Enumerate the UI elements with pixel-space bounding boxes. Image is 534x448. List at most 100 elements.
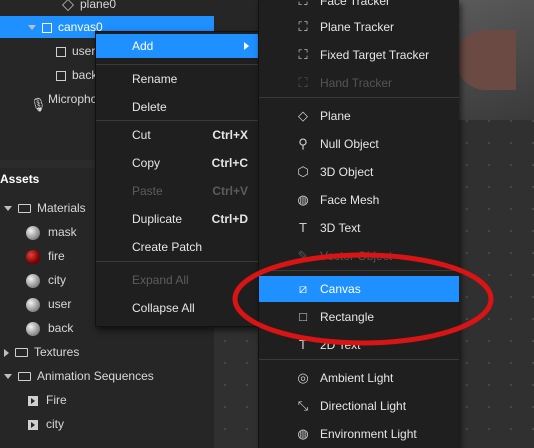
material-icon <box>26 321 40 336</box>
menu-label: Delete <box>132 100 167 114</box>
submenu-label: Plane <box>320 109 351 123</box>
submenu-label: Rectangle <box>320 310 375 324</box>
submenu-label: Environment Light <box>320 427 417 441</box>
add-submenu: ⛶ Face Tracker ⛶ Plane Tracker ⛶ Fixed Targ… <box>258 0 459 448</box>
submenu-label: 3D Object <box>320 165 374 179</box>
vector-icon: ✎ <box>297 248 309 263</box>
plane-icon: ◇ <box>298 108 308 123</box>
submenu-item-directional-light[interactable]: ⤡ Directional Light <box>259 393 459 419</box>
menu-item-collapse-all[interactable]: Collapse All <box>96 296 259 320</box>
menu-label: Add <box>132 39 154 53</box>
menu-label: Expand All <box>132 273 189 287</box>
sequence-label: city <box>46 417 64 431</box>
material-icon <box>26 249 40 264</box>
submenu-item-3d-object[interactable]: ⬡ 3D Object <box>259 159 459 185</box>
menu-separator <box>96 64 259 65</box>
submenu-item-face-tracker[interactable]: ⛶ Face Tracker <box>259 0 459 14</box>
material-label: fire <box>48 249 65 263</box>
context-menu: Add Rename Delete Cut Ctrl+X Copy Ctrl+C P… <box>95 31 260 327</box>
assets-header: Assets <box>0 172 40 186</box>
material-item-city[interactable]: city <box>26 268 66 292</box>
environment-light-icon: ◍ <box>297 426 309 441</box>
folder-icon <box>18 372 31 382</box>
material-item-back[interactable]: back <box>26 316 73 340</box>
tree-label: user <box>72 44 96 58</box>
submenu-label: Face Tracker <box>320 0 391 8</box>
material-label: back <box>48 321 74 335</box>
sequence-item-fire[interactable]: Fire <box>28 388 67 412</box>
submenu-label: Canvas <box>320 282 361 296</box>
directional-light-icon: ⤡ <box>297 398 309 413</box>
submenu-item-fixed-target-tracker[interactable]: ⛶ Fixed Target Tracker <box>259 42 459 68</box>
text-icon: T <box>299 220 307 235</box>
sequence-item-city[interactable]: city <box>28 412 64 436</box>
sequence-label: Fire <box>46 393 67 407</box>
shortcut-label: Ctrl+V <box>212 184 248 198</box>
folder-materials[interactable]: Materials <box>4 196 86 220</box>
submenu-item-2d-text[interactable]: T 2D Text <box>259 332 459 358</box>
menu-separator <box>96 120 259 121</box>
menu-label: Copy <box>132 156 161 170</box>
expand-arrow-icon <box>28 25 36 31</box>
microphone-icon: 🎙 <box>30 96 47 112</box>
submenu-item-ambient-light[interactable]: ◎ Ambient Light <box>259 365 459 391</box>
tree-item-plane0[interactable]: plane0 <box>62 0 276 15</box>
submenu-item-hand-tracker: ⛶ Hand Tracker <box>259 70 459 96</box>
menu-label: Paste <box>132 184 163 198</box>
submenu-item-null-object[interactable]: ⚲ Null Object <box>259 131 459 157</box>
menu-item-add[interactable]: Add <box>96 34 259 58</box>
submenu-separator <box>259 97 459 98</box>
shortcut-label: Ctrl+D <box>211 212 248 226</box>
menu-item-duplicate[interactable]: Duplicate Ctrl+D <box>96 207 259 231</box>
canvas-icon <box>42 22 52 33</box>
menu-item-delete[interactable]: Delete <box>96 95 259 119</box>
submenu-label: Fixed Target Tracker <box>320 48 430 62</box>
submenu-item-rectangle[interactable]: □ Rectangle <box>259 304 459 330</box>
menu-item-cut[interactable]: Cut Ctrl+X <box>96 123 259 147</box>
menu-item-paste: Paste Ctrl+V <box>96 179 259 203</box>
submenu-label: 2D Text <box>320 338 361 352</box>
menu-item-copy[interactable]: Copy Ctrl+C <box>96 151 259 175</box>
submenu-item-3d-text[interactable]: T 3D Text <box>259 215 459 241</box>
sequence-icon <box>28 419 38 430</box>
rectangle-icon <box>56 70 66 81</box>
menu-label: Create Patch <box>132 240 203 254</box>
submenu-item-canvas[interactable]: ⧄ Canvas <box>259 276 459 302</box>
menu-item-create-patch[interactable]: Create Patch <box>96 235 259 259</box>
material-icon <box>26 273 40 288</box>
submenu-separator <box>259 270 459 271</box>
submenu-label: Vector Object <box>320 249 393 263</box>
submenu-label: Plane Tracker <box>320 20 395 34</box>
menu-item-rename[interactable]: Rename <box>96 67 259 91</box>
submenu-label: Hand Tracker <box>320 76 393 90</box>
menu-label: Rename <box>132 72 178 86</box>
menu-separator <box>96 261 259 262</box>
folder-animation-sequences[interactable]: Animation Sequences <box>4 364 154 388</box>
submenu-item-environment-light[interactable]: ◍ Environment Light <box>259 421 459 447</box>
tracker-icon: ⛶ <box>298 19 308 34</box>
submenu-arrow-icon <box>244 42 249 50</box>
material-item-mask[interactable]: mask <box>26 220 77 244</box>
submenu-label: Ambient Light <box>320 371 394 385</box>
cube-icon: ⬡ <box>297 164 309 179</box>
folder-label: Materials <box>37 201 86 215</box>
tree-label: back <box>72 68 98 82</box>
submenu-item-face-mesh[interactable]: ◍ Face Mesh <box>259 187 459 213</box>
material-item-user[interactable]: user <box>26 292 71 316</box>
submenu-label: Face Mesh <box>320 193 380 207</box>
menu-item-expand-all: Expand All <box>96 268 259 292</box>
material-item-fire[interactable]: fire <box>26 244 65 268</box>
plane-icon <box>62 0 74 11</box>
submenu-item-vector-object: ✎ Vector Object <box>259 243 459 269</box>
material-icon <box>26 297 40 312</box>
tree-label: plane0 <box>80 0 117 11</box>
submenu-item-plane-tracker[interactable]: ⛶ Plane Tracker <box>259 14 459 40</box>
folder-textures[interactable]: Textures <box>4 340 79 364</box>
submenu-item-plane[interactable]: ◇ Plane <box>259 103 459 129</box>
ambient-light-icon: ◎ <box>297 370 309 385</box>
tracker-icon: ⛶ <box>298 47 308 62</box>
submenu-separator <box>259 359 459 360</box>
folder-label: Textures <box>34 345 80 359</box>
null-object-icon: ⚲ <box>298 136 308 151</box>
material-icon <box>26 225 40 240</box>
